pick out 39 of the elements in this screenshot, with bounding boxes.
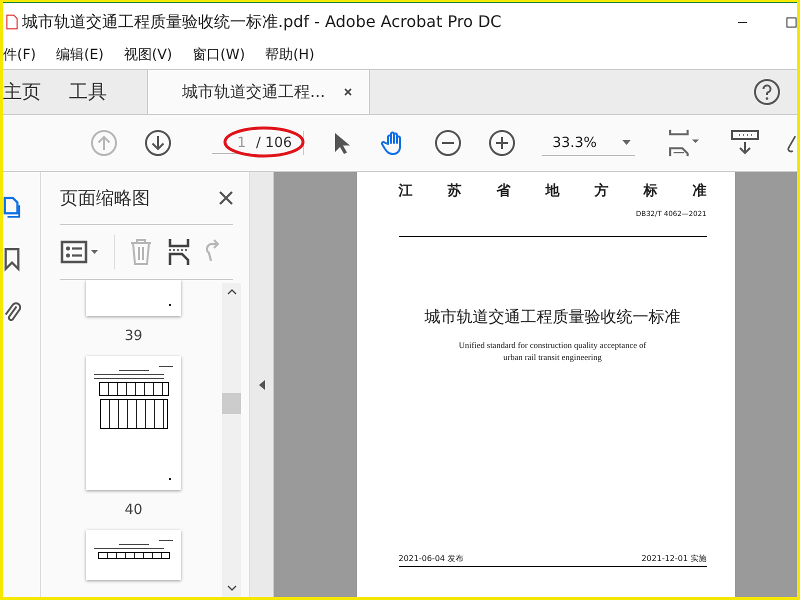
page-thumbnail[interactable] [86, 280, 181, 316]
scroll-up-icon[interactable] [226, 289, 236, 295]
tab[interactable]: 工具 [55, 70, 121, 114]
effective-date: 2021-12-01 实施 [641, 553, 706, 564]
scrollbar-thumb[interactable] [222, 393, 241, 414]
tab[interactable]: 主页 [3, 70, 55, 114]
menu-item[interactable]: 件(F) [3, 46, 36, 64]
document-title: 城市轨道交通工程质量验收统一标准 [424, 307, 682, 328]
document-subtitle: Unified standard for construction quality acceptance of urban rail transit engineering [458, 340, 648, 364]
bookmark-icon[interactable] [3, 246, 21, 272]
page-thumbnail[interactable] [86, 356, 181, 490]
scrollbar[interactable] [222, 283, 241, 597]
close-icon[interactable] [343, 87, 354, 97]
page-total: / 106 [256, 135, 292, 151]
options-menu-icon[interactable] [60, 238, 100, 266]
pdf-file-icon [6, 14, 18, 30]
help-icon[interactable] [753, 78, 781, 106]
window-title: 城市轨道交通工程质量验收统一标准.pdf - Adobe Acrobat Pro DC [22, 12, 502, 32]
collapse-arrow-icon[interactable] [258, 380, 264, 390]
zoom-out-icon[interactable] [434, 129, 462, 157]
document-header: 江 苏 省 地 方 标 准 [398, 182, 706, 200]
zoom-in-icon[interactable] [488, 129, 516, 157]
panel-title: 页面缩略图 [60, 187, 150, 210]
page-icon[interactable] [3, 194, 21, 220]
menu-item[interactable]: 帮助(H) [265, 46, 315, 64]
tab[interactable]: 城市轨道交通工程... [147, 70, 370, 114]
zoom-dropdown[interactable]: 33.3% [542, 130, 635, 156]
page-number: 40 [124, 502, 142, 518]
maximize-icon[interactable] [786, 16, 797, 28]
issue-date: 2021-06-04 发布 [398, 553, 464, 564]
caret-icon [622, 140, 631, 145]
page-thumbnail[interactable] [86, 530, 181, 580]
menu-item[interactable]: 编辑(E) [56, 46, 104, 64]
scroll-down-icon[interactable] [226, 585, 236, 591]
close-icon[interactable] [219, 191, 233, 205]
menu-item[interactable]: 视图(V) [124, 46, 172, 64]
menu-item[interactable]: 窗口(W) [192, 46, 246, 64]
page-number: 39 [124, 328, 142, 344]
page-split-icon[interactable] [167, 238, 191, 266]
